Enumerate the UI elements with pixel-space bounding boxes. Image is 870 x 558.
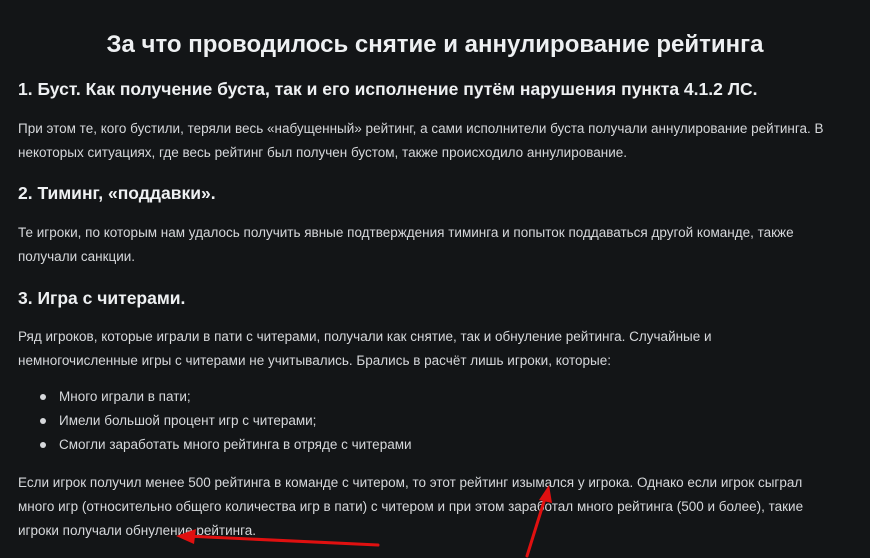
closing-text-line-2: много игр (относительно общего количеств…: [18, 499, 804, 514]
section-heading-teaming: 2. Тиминг, «поддавки».: [18, 183, 216, 203]
section-heading-boost: 1. Буст. Как получение буста, так и его …: [18, 79, 758, 99]
section-cheaters-text-line-1: Ряд игроков, которые играли в пати с чит…: [18, 329, 712, 344]
closing-text-line-1: Если игрок получил менее 500 рейтинга в …: [18, 475, 803, 490]
section-boost-text-line-1: При этом те, кого бустили, теряли весь «…: [18, 121, 824, 136]
section-heading-cheaters: 3. Игра с читерами.: [18, 288, 186, 308]
section-boost-text-line-2: некоторых ситуациях, где весь рейтинг бы…: [18, 145, 628, 160]
article-page: За что проводилось снятие и аннулировани…: [0, 0, 870, 558]
section-cheaters-text-line-2: немногочисленные игры с читерами не учит…: [18, 353, 611, 368]
list-item: Много играли в пати;: [40, 385, 412, 409]
section-teaming-text-line-2: получали санкции.: [18, 249, 136, 264]
criteria-list: Много играли в пати; Имели большой проце…: [40, 385, 412, 457]
closing-text-line-3: игроки получали обнуление рейтинга.: [18, 523, 256, 538]
page-title: За что проводилось снятие и аннулировани…: [106, 31, 764, 58]
list-item: Имели большой процент игр с читерами;: [40, 409, 412, 433]
section-teaming-text-line-1: Те игроки, по которым нам удалось получи…: [18, 225, 794, 240]
list-item: Смогли заработать много рейтинга в отряд…: [40, 433, 412, 457]
